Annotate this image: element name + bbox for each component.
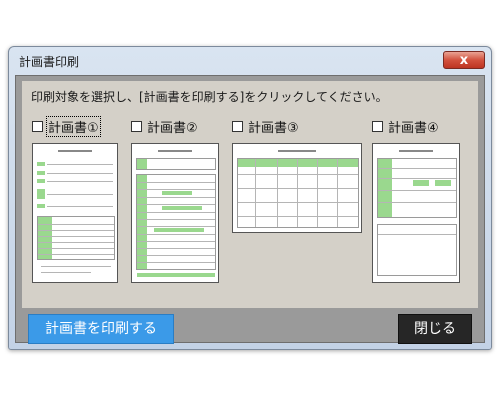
selection-panel: 印刷対象を選択し、[計画書を印刷する]をクリックしてください。 計画書① 計画書… bbox=[22, 81, 478, 308]
plan-2-label[interactable]: 計画書② bbox=[146, 117, 199, 136]
print-plan-button[interactable]: 計画書を印刷する bbox=[28, 314, 174, 344]
plan-3-label[interactable]: 計画書③ bbox=[247, 117, 300, 136]
plan-4-checkbox[interactable] bbox=[372, 121, 383, 132]
close-button[interactable]: 閉じる bbox=[398, 314, 472, 344]
plan-4-preview[interactable] bbox=[372, 143, 460, 283]
window-title: 計画書印刷 bbox=[19, 55, 80, 69]
close-icon[interactable]: x bbox=[443, 51, 485, 69]
plan-3-preview[interactable] bbox=[232, 143, 362, 233]
button-area: 計画書を印刷する 閉じる bbox=[16, 308, 484, 344]
plan-2-preview[interactable] bbox=[131, 143, 219, 283]
plan-3-checkbox[interactable] bbox=[232, 121, 243, 132]
plan-1-checkbox[interactable] bbox=[32, 121, 43, 132]
plan-4-label[interactable]: 計画書④ bbox=[387, 117, 440, 136]
plan-2-checkbox[interactable] bbox=[131, 121, 142, 132]
title-bar[interactable]: 計画書印刷 x bbox=[9, 47, 491, 75]
instruction-text: 印刷対象を選択し、[計画書を印刷する]をクリックしてください。 bbox=[31, 90, 388, 104]
print-dialog-window: 計画書印刷 x 印刷対象を選択し、[計画書を印刷する]をクリックしてください。 … bbox=[8, 46, 492, 350]
plan-1-preview[interactable] bbox=[32, 143, 118, 283]
dialog-body: 印刷対象を選択し、[計画書を印刷する]をクリックしてください。 計画書① 計画書… bbox=[15, 75, 485, 344]
plan-1-label[interactable]: 計画書① bbox=[46, 116, 101, 137]
